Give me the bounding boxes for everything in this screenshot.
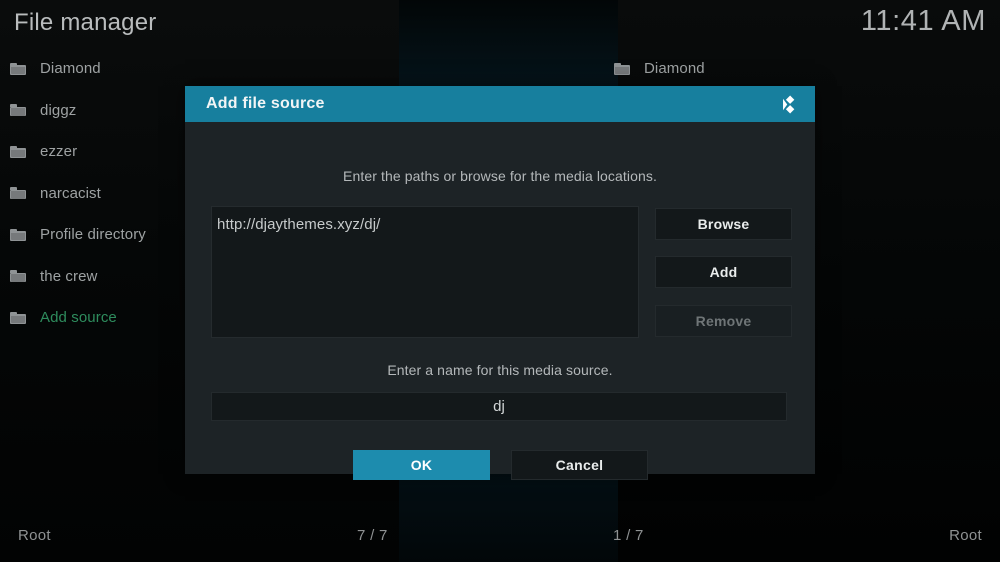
folder-icon	[614, 62, 630, 75]
add-file-source-dialog: Add file source Enter the paths or brows…	[185, 86, 815, 480]
page-title: File manager	[14, 9, 157, 36]
source-name-input[interactable]: dj	[211, 392, 787, 421]
dialog-body: Enter the paths or browse for the media …	[185, 122, 815, 480]
left-file-item-label: ezzer	[40, 143, 78, 161]
remove-button: Remove	[655, 305, 792, 337]
left-file-item-label: narcacist	[40, 184, 101, 202]
kodi-file-manager-screen: File manager 11:41 AM Diamond diggz ezzer n…	[0, 0, 1000, 562]
kodi-logo-icon	[783, 95, 795, 114]
path-list-item[interactable]: http://djaythemes.xyz/dj/	[217, 216, 638, 233]
add-button[interactable]: Add	[655, 256, 792, 288]
dialog-header: Add file source	[185, 86, 815, 122]
folder-icon	[10, 311, 26, 324]
right-file-item-row-0[interactable]: Diamond	[606, 48, 1000, 90]
left-file-item-label: Diamond	[40, 60, 101, 78]
statusbar-left-count: 7 / 7	[357, 527, 388, 544]
left-file-item-label: diggz	[40, 101, 77, 119]
path-list[interactable]: http://djaythemes.xyz/dj/	[211, 206, 639, 338]
statusbar-right-count: 1 / 7	[613, 527, 644, 544]
statusbar-left-path: Root	[18, 527, 51, 544]
left-file-item-row-0[interactable]: Diamond	[0, 48, 399, 90]
left-file-item-label: Profile directory	[40, 226, 146, 244]
folder-icon	[10, 145, 26, 158]
statusbar-right-path: Root	[949, 527, 982, 544]
right-file-item-label: Diamond	[644, 60, 705, 78]
folder-icon	[10, 62, 26, 75]
folder-icon	[10, 228, 26, 241]
right-file-pane: Diamond	[606, 48, 1000, 90]
ok-button[interactable]: OK	[353, 450, 490, 480]
paths-hint-label: Enter the paths or browse for the media …	[343, 168, 657, 184]
statusbar: Root 7 / 7 1 / 7 Root	[0, 514, 1000, 562]
dialog-title: Add file source	[206, 95, 325, 112]
left-file-item-label: Add source	[40, 309, 117, 327]
name-hint-label: Enter a name for this media source.	[387, 362, 613, 378]
folder-icon	[10, 187, 26, 200]
folder-icon	[10, 270, 26, 283]
clock: 11:41 AM	[860, 5, 986, 37]
cancel-button[interactable]: Cancel	[511, 450, 648, 480]
left-file-item-label: the crew	[40, 267, 98, 285]
folder-icon	[10, 104, 26, 117]
browse-button[interactable]: Browse	[655, 208, 792, 240]
